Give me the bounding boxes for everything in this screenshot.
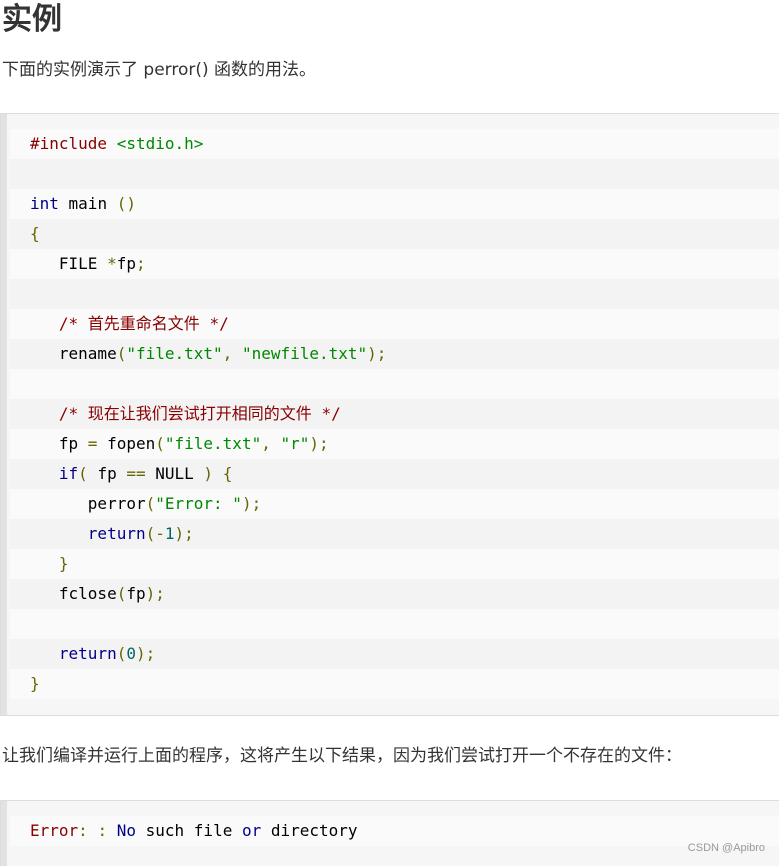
code-line: } xyxy=(10,669,779,699)
code-token: #include xyxy=(30,134,117,153)
code-token: ); xyxy=(367,344,387,363)
code-token: ); xyxy=(135,644,156,663)
code-token: "newfile.txt" xyxy=(241,344,368,363)
code-line: /* 首先重命名文件 */ xyxy=(10,309,779,339)
code-token: <stdio.h> xyxy=(116,134,204,153)
code-line: fclose(fp); xyxy=(10,579,779,609)
code-token: * xyxy=(107,254,117,273)
code-token: "r" xyxy=(280,434,310,453)
code-token: ); xyxy=(241,494,262,513)
code-token: , xyxy=(261,434,281,453)
code-line xyxy=(10,609,779,639)
intro-paragraph: 下面的实例演示了 perror() 函数的用法。 xyxy=(2,60,317,80)
code-token: NULL xyxy=(145,464,204,483)
code-line: { xyxy=(10,219,779,249)
code-token: 1 xyxy=(164,524,175,543)
code-line: } xyxy=(10,549,779,579)
code-token: fopen xyxy=(97,434,156,453)
code-token: rename xyxy=(30,344,117,363)
code-token: ; xyxy=(135,254,146,273)
code-token: ( xyxy=(116,644,127,663)
code-token: /* 首先重命名文件 */ xyxy=(58,314,229,333)
code-token: fp xyxy=(126,584,146,603)
watermark: CSDN @Apibro xyxy=(687,842,765,854)
result-paragraph: 让我们编译并运行上面的程序，这将产生以下结果，因为我们尝试打开一个不存在的文件： xyxy=(2,746,682,766)
code-token: "file.txt" xyxy=(126,344,223,363)
code-token: int xyxy=(30,194,59,213)
code-token: fclose xyxy=(30,584,117,603)
code-token: such file xyxy=(136,821,242,840)
code-line: rename("file.txt", "newfile.txt"); xyxy=(10,339,779,369)
code-token: { xyxy=(222,464,233,483)
code-line: fp = fopen("file.txt", "r"); xyxy=(10,429,779,459)
code-token: : xyxy=(78,821,88,840)
code-token: ); xyxy=(145,584,165,603)
code-token: ( xyxy=(116,584,127,603)
code-token: No xyxy=(116,821,136,840)
code-token: = xyxy=(87,434,98,453)
code-token: (- xyxy=(145,524,165,543)
code-token: or xyxy=(241,821,262,840)
code-token: "file.txt" xyxy=(164,434,262,453)
code-token: ) xyxy=(203,464,214,483)
code-token: ); xyxy=(174,524,194,543)
code-token: fp xyxy=(30,434,88,453)
code-token: } xyxy=(58,554,69,573)
code-token: directory xyxy=(261,821,358,840)
code-line xyxy=(10,159,779,189)
code-token: == xyxy=(126,464,146,483)
code-token: "Error: " xyxy=(155,494,242,513)
code-line: return(-1); xyxy=(10,519,779,549)
code-line: Error: : No such file or directory xyxy=(10,816,779,846)
code-token: fp xyxy=(116,254,136,273)
code-token: FILE xyxy=(30,254,108,273)
code-token: fp xyxy=(87,464,127,483)
code-line: if( fp == NULL ) { xyxy=(10,459,779,489)
code-token: ( xyxy=(145,494,156,513)
code-token: perror xyxy=(30,494,146,513)
code-token: /* 现在让我们尝试打开相同的文件 */ xyxy=(58,404,341,423)
code-line xyxy=(10,279,779,309)
code-token: , xyxy=(222,344,242,363)
code-token: ( xyxy=(116,344,127,363)
code-token: Error xyxy=(30,821,79,840)
code-token: return xyxy=(87,524,146,543)
code-token: ( xyxy=(155,434,165,453)
code-token: main xyxy=(58,194,117,213)
code-block[interactable]: #include <stdio.h> int main (){ FILE *fp… xyxy=(0,113,779,716)
code-line: return(0); xyxy=(10,639,779,669)
code-line: int main () xyxy=(10,189,779,219)
code-token: { xyxy=(30,224,40,243)
code-token: : xyxy=(97,821,108,840)
code-token: ); xyxy=(309,434,329,453)
code-token: 0 xyxy=(126,644,136,663)
code-line: #include <stdio.h> xyxy=(10,129,779,159)
page-heading: 实例 xyxy=(2,2,62,37)
code-token: return xyxy=(58,644,117,663)
code-token: } xyxy=(30,674,40,693)
code-line xyxy=(10,369,779,399)
code-line: FILE *fp; xyxy=(10,249,779,279)
code-token: () xyxy=(116,194,136,213)
code-line: perror("Error: "); xyxy=(10,489,779,519)
code-token: ( xyxy=(78,464,88,483)
code-token: if xyxy=(58,464,79,483)
output-block[interactable]: Error: : No such file or directory xyxy=(0,800,779,866)
code-line: /* 现在让我们尝试打开相同的文件 */ xyxy=(10,399,779,429)
